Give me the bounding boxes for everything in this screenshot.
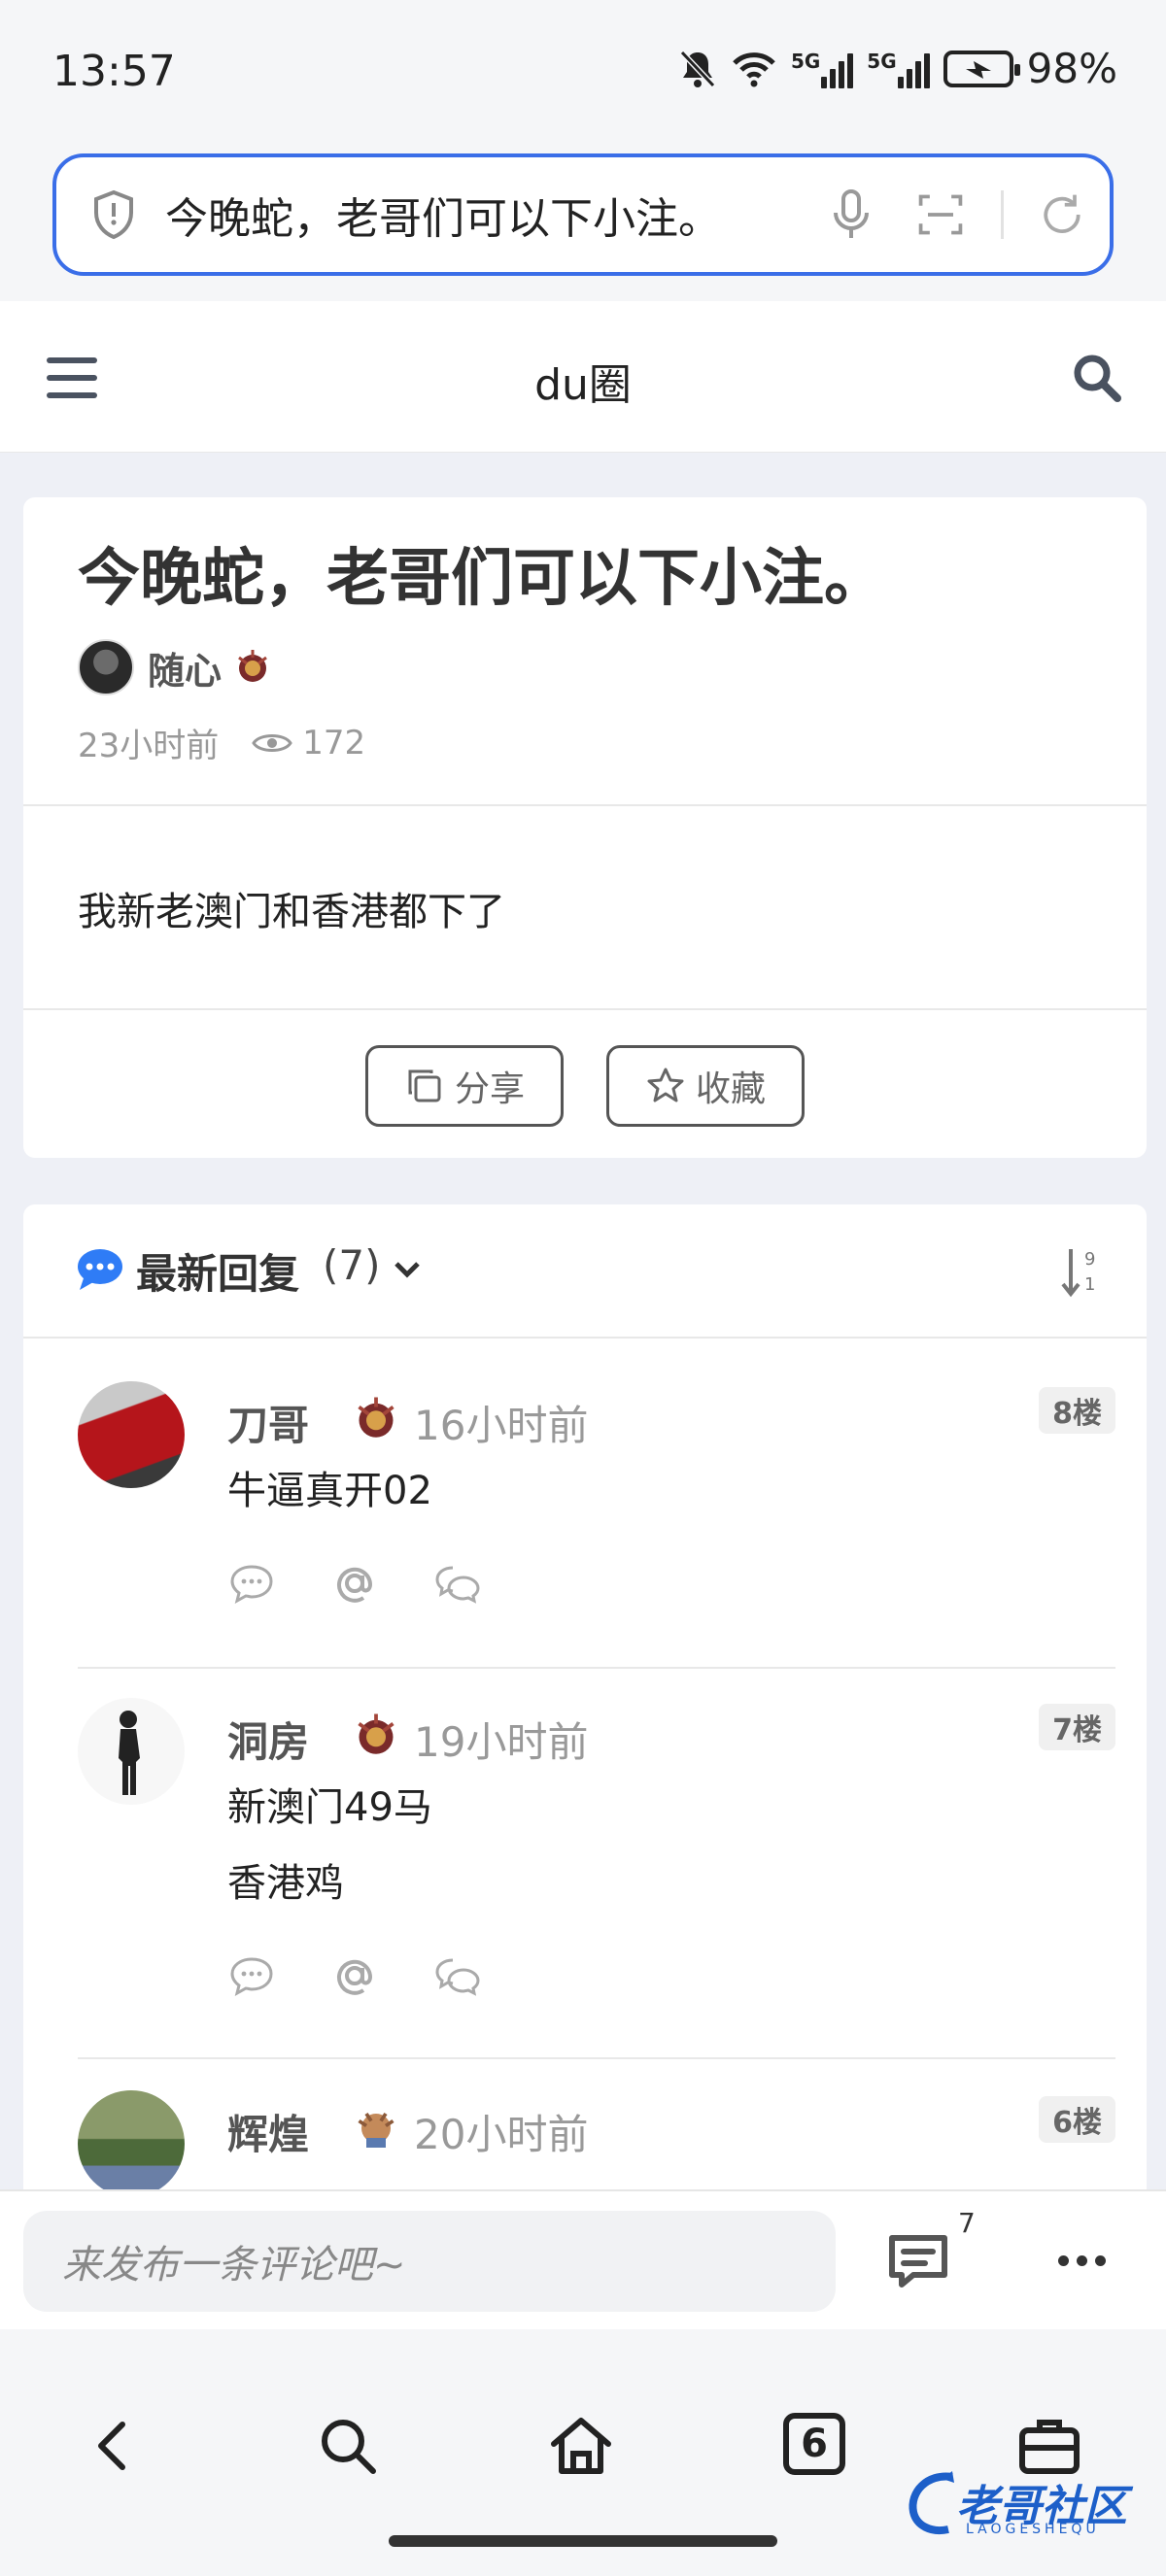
home-icon[interactable] <box>546 2411 616 2481</box>
floor-badge: 8楼 <box>1039 1387 1115 1434</box>
mention-icon[interactable] <box>330 1562 379 1605</box>
status-time: 13:57 <box>52 47 176 96</box>
home-indicator[interactable] <box>389 2535 777 2547</box>
author-name[interactable]: 随心 <box>148 641 222 695</box>
shield-icon[interactable] <box>91 189 136 240</box>
address-text[interactable]: 今晚蛇，老哥们可以下小注。 <box>165 184 787 246</box>
floor-badge: 6楼 <box>1039 2096 1115 2143</box>
reply-author[interactable]: 洞房 <box>227 1710 309 1769</box>
comment-count: 7 <box>958 2207 976 2239</box>
reply-line: 牛逼真开02 <box>227 1469 432 1513</box>
post-author[interactable]: 随心 <box>78 639 272 695</box>
bottom-nav: 6 老哥社区 LAOGESHEQU <box>0 2329 1166 2576</box>
reply-item: 刀哥 16小时前 8楼 牛逼真开02 <box>78 1381 1115 1663</box>
site-watermark: 老哥社区 LAOGESHEQU <box>904 2467 1156 2545</box>
more-icon[interactable] <box>1058 2255 1106 2266</box>
reply-item: 洞房 19小时前 7楼 新澳门49马 香港鸡 <box>78 1698 1115 2055</box>
replies-title[interactable]: 最新回复 <box>136 1241 299 1301</box>
share-label: 分享 <box>454 1069 525 1109</box>
battery-level: 98% <box>1026 45 1117 92</box>
reply-content: 牛逼真开02 <box>227 1453 432 1529</box>
sort-digit-top: 9 <box>1084 1249 1095 1270</box>
comment-input[interactable]: 来发布一条评论吧~ <box>23 2211 836 2312</box>
post-title: 今晚蛇，老哥们可以下小注。 <box>78 543 886 615</box>
comments-icon[interactable] <box>884 2228 952 2292</box>
reply-actions <box>227 1954 482 1997</box>
mute-bell-icon <box>679 50 716 87</box>
site-header: du圈 <box>0 301 1166 453</box>
share-button[interactable]: 分享 <box>365 1045 564 1127</box>
reply-line: 香港鸡 <box>227 1861 344 1906</box>
chat-bubble-icon <box>78 1249 122 1290</box>
reply-divider <box>78 2057 1115 2059</box>
rank-badge-icon <box>238 650 267 682</box>
replies-count: (7) <box>323 1241 381 1289</box>
browser-toolbar: 今晚蛇，老哥们可以下小注。 <box>0 146 1166 301</box>
sort-digit-bottom: 1 <box>1084 1274 1095 1295</box>
rank-badge-icon <box>358 1397 394 1438</box>
chevron-down-icon[interactable] <box>393 1259 422 1280</box>
copy-icon <box>408 1069 441 1102</box>
reply-author[interactable]: 辉煌 <box>227 2102 309 2161</box>
favorite-button[interactable]: 收藏 <box>606 1045 805 1127</box>
scan-icon[interactable] <box>915 187 966 242</box>
address-separator <box>1001 190 1004 239</box>
floor-badge: 7楼 <box>1039 1704 1115 1750</box>
dragon-logo-icon <box>909 2471 954 2534</box>
discussion-icon[interactable] <box>433 1562 482 1605</box>
favorite-label: 收藏 <box>695 1069 766 1109</box>
reply-author[interactable]: 刀哥 <box>227 1393 309 1452</box>
rank-badge-icon <box>358 1713 394 1754</box>
reply-time: 20小时前 <box>414 2111 589 2158</box>
reply-divider <box>78 1667 1115 1669</box>
avatar[interactable] <box>78 1698 185 1805</box>
battery-icon <box>943 50 1020 87</box>
signal-icon-1: 5G <box>791 50 854 88</box>
microphone-icon[interactable] <box>826 187 876 242</box>
address-bar[interactable]: 今晚蛇，老哥们可以下小注。 <box>52 153 1114 276</box>
refresh-icon[interactable] <box>1037 187 1087 242</box>
comment-icon[interactable] <box>227 1562 276 1605</box>
rank-badge-icon <box>358 2112 394 2148</box>
reply-item: 辉煌 20小时前 6楼 <box>78 2090 1115 2195</box>
signal-icon-2: 5G <box>867 50 930 88</box>
post-meta: 23小时前 172 <box>78 719 365 766</box>
replies-card: 最新回复 (7) 9 1 刀哥 16小时前 8楼 牛逼真开02 洞房 19小时前… <box>23 1204 1147 2195</box>
post-divider <box>23 804 1147 806</box>
status-icons: 5G 5G 98% <box>678 45 1117 92</box>
search-icon[interactable] <box>1071 352 1123 404</box>
post-card: 今晚蛇，老哥们可以下小注。 随心 23小时前 172 我新老澳门和香港都下了 分… <box>23 497 1147 1158</box>
reply-line: 新澳门49马 <box>227 1785 432 1830</box>
back-icon[interactable] <box>80 2411 150 2481</box>
avatar[interactable] <box>78 2090 185 2195</box>
avatar[interactable] <box>78 1381 185 1488</box>
tabs-button[interactable]: 6 <box>783 2413 845 2475</box>
post-actions: 分享 收藏 <box>23 1045 1147 1127</box>
reply-time: 19小时前 <box>414 1718 589 1766</box>
reply-time: 16小时前 <box>414 1402 589 1449</box>
site-title: du圈 <box>534 360 632 410</box>
search-icon[interactable] <box>313 2411 383 2481</box>
post-views: 172 <box>302 723 366 763</box>
reply-actions <box>227 1562 482 1605</box>
comment-icon[interactable] <box>227 1954 276 1997</box>
wifi-icon <box>733 51 775 86</box>
watermark-sub: LAOGESHEQU <box>966 2522 1100 2537</box>
post-divider <box>23 1008 1147 1010</box>
sort-icon[interactable]: 9 1 <box>1059 1245 1098 1298</box>
status-bar: 13:57 5G 5G 98% <box>0 0 1166 146</box>
mention-icon[interactable] <box>330 1954 379 1997</box>
star-icon <box>647 1068 684 1102</box>
replies-header: 最新回复 (7) 9 1 <box>23 1204 1147 1339</box>
post-time: 23小时前 <box>78 727 220 765</box>
comment-bar: 来发布一条评论吧~ 7 <box>0 2189 1166 2329</box>
reply-content: 新澳门49马 香港鸡 <box>227 1770 432 1921</box>
discussion-icon[interactable] <box>433 1954 482 1997</box>
eye-icon <box>252 733 293 752</box>
avatar[interactable] <box>78 639 134 695</box>
post-body: 我新老澳门和香港都下了 <box>78 890 505 934</box>
